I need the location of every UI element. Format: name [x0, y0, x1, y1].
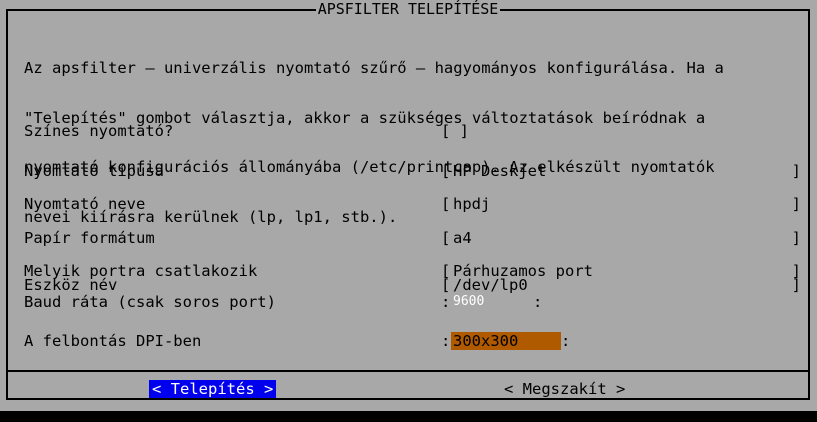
printer-type-value[interactable]: HP Deskjet [453, 162, 546, 180]
dialog-frame: APSFILTER TELEPÍTÉSE Az apsfilter – univ… [6, 1, 810, 400]
printer-type-row[interactable]: Nyomtató típusa [ HP Deskjet ] [24, 162, 801, 180]
printer-name-row[interactable]: Nyomtató neve [ hpdj ] [24, 195, 801, 213]
baud-label: Baud ráta (csak soros port) [24, 293, 276, 311]
device-label: Eszköz név [24, 276, 118, 294]
color-printer-label: Színes nyomtató? [24, 122, 174, 140]
printer-name-label: Nyomtató neve [24, 195, 146, 213]
dpi-row[interactable]: A felbontás DPI-ben : 300x300 : [24, 332, 799, 350]
color-printer-checkbox[interactable]: [ ] [441, 122, 469, 140]
dpi-input[interactable]: 300x300 [451, 332, 561, 350]
baud-row[interactable]: Baud ráta (csak soros port) : 9600 : [24, 293, 799, 311]
cancel-button[interactable]: < Megszakít > [501, 380, 628, 398]
color-printer-row[interactable]: Színes nyomtató? [ ] [24, 122, 799, 140]
device-row[interactable]: Eszköz név [ /dev/lp0 ] [24, 276, 801, 294]
baud-input[interactable]: 9600 [451, 293, 531, 311]
install-button[interactable]: < Telepítés > [149, 380, 277, 398]
button-bar: < Telepítés > < Megszakít > [8, 372, 808, 400]
paper-format-value[interactable]: a4 [453, 229, 472, 247]
dialog-title: APSFILTER TELEPÍTÉSE [315, 0, 501, 18]
paper-format-row[interactable]: Papír formátum [ a4 ] [24, 229, 801, 247]
apsfilter-dialog: APSFILTER TELEPÍTÉSE Az apsfilter – univ… [0, 0, 817, 411]
dpi-label: A felbontás DPI-ben [24, 332, 202, 350]
device-value[interactable]: /dev/lp0 [453, 276, 528, 294]
printer-name-value[interactable]: hpdj [453, 195, 490, 213]
paper-format-label: Papír formátum [24, 229, 155, 247]
description-line: Az apsfilter – univerzális nyomtató szűr… [24, 59, 724, 77]
printer-type-label: Nyomtató típusa [24, 162, 164, 180]
